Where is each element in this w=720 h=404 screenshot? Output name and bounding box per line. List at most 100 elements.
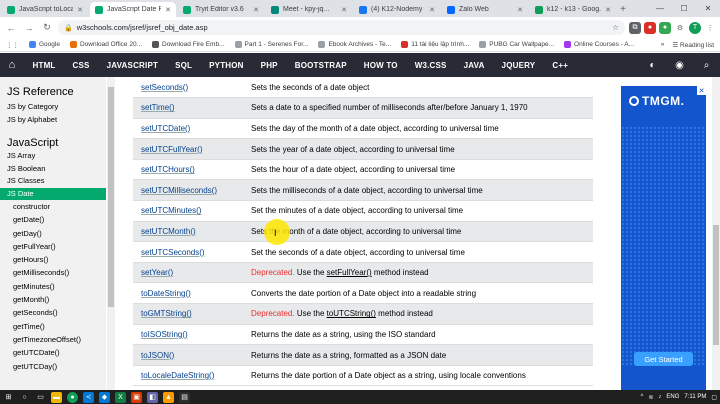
sidebar-item[interactable]: JS Date	[0, 187, 106, 200]
minimize-icon[interactable]: —	[648, 0, 672, 17]
method-link[interactable]: setUTCMilliseconds()	[141, 186, 217, 195]
sidebar-method-item[interactable]: getMinutes()	[0, 280, 106, 293]
extension-icon[interactable]: ●	[644, 21, 656, 34]
bookmark-item[interactable]: Online Courses - A...	[564, 41, 634, 48]
tab-close-icon[interactable]: ✕	[77, 6, 83, 14]
sidebar-method-item[interactable]: getDate()	[0, 213, 106, 226]
address-bar[interactable]: 🔒 w3schools.com/jsref/jsref_obj_date.asp…	[58, 20, 625, 35]
sidebar-method-item[interactable]: constructor	[0, 200, 106, 213]
method-link[interactable]: setUTCDate()	[141, 124, 190, 133]
volume-icon[interactable]: ♪	[658, 394, 661, 400]
app-icon[interactable]: ◧	[147, 391, 158, 403]
reading-list-button[interactable]: ☰ Reading list	[672, 41, 714, 49]
topnav-item-php[interactable]: PHP	[252, 53, 286, 77]
browser-tab[interactable]: Zalo Web ✕	[442, 2, 528, 17]
extension-icon[interactable]: ⧉	[629, 21, 641, 34]
tab-close-icon[interactable]: ✕	[605, 6, 611, 14]
tab-close-icon[interactable]: ✕	[341, 6, 347, 14]
topnav-item-javascript[interactable]: JAVASCRIPT	[98, 53, 167, 77]
method-link[interactable]: toLocaleDateString()	[141, 371, 214, 380]
method-link[interactable]: toDateString()	[141, 289, 191, 298]
sidebar-method-item[interactable]: getMilliseconds()	[0, 266, 106, 279]
excel-icon[interactable]: X	[115, 391, 126, 403]
back-icon[interactable]: ←	[4, 21, 18, 35]
vscode-icon[interactable]: ≺	[83, 391, 94, 403]
bookmark-item[interactable]: Download Fire Emb...	[152, 41, 225, 48]
sidebar-method-item[interactable]: getDay()	[0, 227, 106, 240]
topnav-item-bootstrap[interactable]: BOOTSTRAP	[286, 53, 355, 77]
menu-kebab-icon[interactable]: ⋮	[704, 21, 716, 34]
sidebar-item[interactable]: JS Classes	[0, 175, 106, 188]
sidebar-item[interactable]: JS Array	[0, 150, 106, 163]
tab-close-icon[interactable]: ✕	[165, 6, 171, 14]
sidebar-method-item[interactable]: getSeconds()	[0, 306, 106, 319]
language-indicator[interactable]: ENG	[666, 394, 679, 400]
method-link[interactable]: setSeconds()	[141, 83, 188, 92]
maximize-icon[interactable]: ☐	[672, 0, 696, 17]
search-icon[interactable]: ○	[19, 392, 30, 403]
notifications-icon[interactable]: ▢	[711, 394, 717, 401]
home-icon[interactable]: ⌂	[0, 53, 24, 77]
app-icon[interactable]: ▲	[163, 391, 174, 403]
bookmark-item[interactable]: Google	[29, 41, 60, 48]
topnav-item-java[interactable]: JAVA	[455, 53, 493, 77]
browser-tab[interactable]: k12 - k13 - Goog... ✕	[530, 2, 616, 17]
bookmark-star-icon[interactable]: ☆	[612, 23, 619, 32]
sidebar-scrollbar[interactable]	[107, 77, 115, 390]
method-link[interactable]: toJSON()	[141, 351, 174, 360]
replacement-link[interactable]: setFullYear()	[327, 268, 372, 277]
globe-icon[interactable]: ◉	[666, 53, 693, 77]
browser-tab[interactable]: Tryit Editor v3.6 ✕	[178, 2, 264, 17]
topnav-item-html[interactable]: HTML	[24, 53, 64, 77]
tab-close-icon[interactable]: ✕	[429, 6, 435, 14]
more-bookmarks-icon[interactable]: »	[661, 41, 665, 49]
sidebar-method-item[interactable]: getTime()	[0, 320, 106, 333]
wifi-icon[interactable]: ≋	[648, 394, 653, 401]
topnav-item-sql[interactable]: SQL	[167, 53, 201, 77]
page-scroll-thumb[interactable]	[713, 225, 719, 345]
sidebar-method-item[interactable]: getTimezoneOffset()	[0, 333, 106, 346]
replacement-link[interactable]: toUTCString()	[327, 309, 376, 318]
page-scrollbar[interactable]	[712, 77, 720, 390]
tab-close-icon[interactable]: ✕	[517, 6, 523, 14]
browser-tab[interactable]: (4) K12-Nodemy ✕	[354, 2, 440, 17]
lock-icon[interactable]: 🔒	[64, 24, 73, 32]
topnav-item-jquery[interactable]: JQUERY	[493, 53, 544, 77]
topnav-item-w3-css[interactable]: W3.CSS	[406, 53, 455, 77]
topnav-item-python[interactable]: PYTHON	[201, 53, 253, 77]
reload-icon[interactable]: ↻	[40, 21, 54, 35]
method-link[interactable]: setUTCMinutes()	[141, 206, 201, 215]
new-tab-button[interactable]: +	[616, 2, 630, 17]
sidebar-method-item[interactable]: getFullYear()	[0, 240, 106, 253]
extensions-puzzle-icon[interactable]: ⚙	[674, 21, 686, 34]
app-icon[interactable]: ▤	[179, 391, 190, 403]
method-link[interactable]: setUTCSeconds()	[141, 248, 205, 257]
topnav-item-css[interactable]: CSS	[64, 53, 98, 77]
sidebar-method-item[interactable]: getHours()	[0, 253, 106, 266]
browser-tab[interactable]: JavaScript toLoca...✕	[2, 2, 88, 17]
sidebar-method-item[interactable]: getUTCDay()	[0, 360, 106, 373]
bookmark-item[interactable]: 11 tài liệu lập trình...	[401, 41, 469, 48]
browser-tab[interactable]: Meet - kpy-jq... ✕	[266, 2, 352, 17]
file-explorer-icon[interactable]: ▬	[51, 391, 62, 403]
forward-icon[interactable]: →	[22, 21, 36, 35]
method-link[interactable]: toGMTString()	[141, 309, 192, 318]
dark-mode-icon[interactable]: ◐	[639, 53, 666, 77]
sidebar-method-item[interactable]: getMonth()	[0, 293, 106, 306]
get-started-button[interactable]: Get Started	[634, 352, 693, 366]
task-view-icon[interactable]: ▭	[35, 392, 46, 403]
browser-tab[interactable]: JavaScript Date R...✕	[90, 2, 176, 17]
app-icon[interactable]: ▣	[131, 391, 142, 403]
tab-close-icon[interactable]: ✕	[253, 6, 259, 14]
method-link[interactable]: toISOString()	[141, 330, 188, 339]
method-link[interactable]: setTime()	[141, 103, 174, 112]
topnav-item-how-to[interactable]: HOW TO	[355, 53, 406, 77]
sidebar-item[interactable]: JS Boolean	[0, 163, 106, 176]
topnav-item-c-[interactable]: C++	[544, 53, 577, 77]
search-icon[interactable]: ⌕	[693, 53, 720, 77]
method-link[interactable]: setUTCMonth()	[141, 227, 196, 236]
chrome-icon[interactable]: ●	[67, 391, 78, 403]
method-link[interactable]: setUTCFullYear()	[141, 145, 203, 154]
close-window-icon[interactable]: ✕	[696, 0, 720, 17]
windows-start-icon[interactable]: ⊞	[3, 391, 14, 403]
